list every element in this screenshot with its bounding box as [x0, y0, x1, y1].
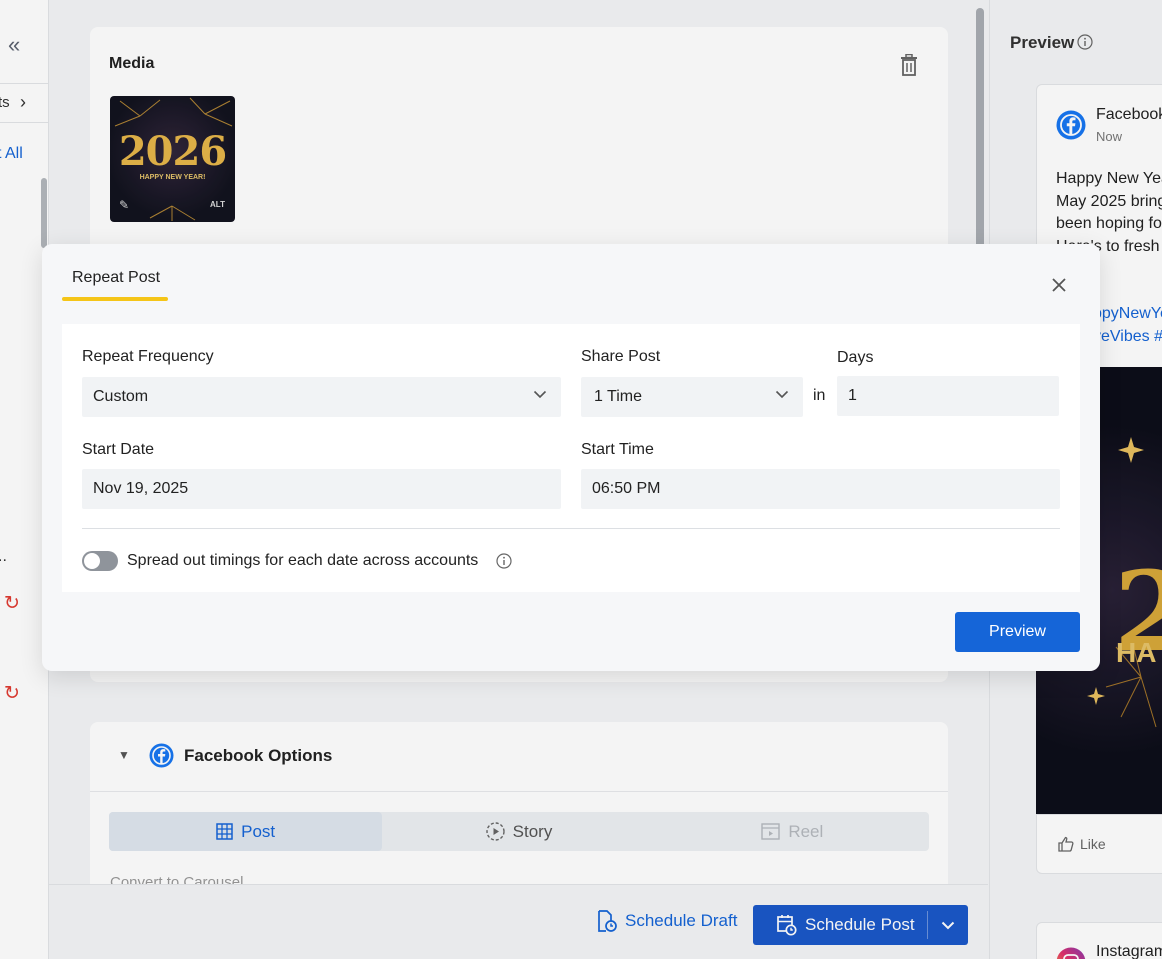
share-post-value: 1 Time — [594, 388, 643, 405]
chevron-down-icon — [533, 390, 547, 399]
spread-timings-label: Spread out timings for each date across … — [127, 552, 479, 569]
share-post-select[interactable]: 1 Time — [581, 377, 803, 417]
preview-button[interactable]: Preview — [955, 612, 1080, 652]
repeat-frequency-select[interactable]: Custom — [82, 377, 561, 417]
repeat-post-modal: Repeat Post Repeat Frequency Custom Shar… — [42, 244, 1100, 671]
start-time-value: 06:50 PM — [592, 480, 661, 497]
tab-repeat-post[interactable]: Repeat Post — [62, 269, 170, 287]
form-divider — [82, 528, 1060, 529]
repeat-settings-form: Repeat Frequency Custom Share Post 1 Tim… — [62, 324, 1080, 592]
days-label: Days — [837, 349, 874, 366]
days-value: 1 — [848, 387, 857, 404]
in-label: in — [813, 387, 826, 404]
repeat-frequency-label: Repeat Frequency — [82, 348, 214, 365]
toggle-knob — [84, 553, 100, 569]
start-date-input[interactable]: Nov 19, 2025 — [82, 469, 561, 509]
active-tab-indicator — [62, 297, 168, 301]
start-time-label: Start Time — [581, 441, 654, 458]
start-date-value: Nov 19, 2025 — [93, 480, 189, 497]
close-icon[interactable] — [1050, 276, 1068, 294]
repeat-frequency-value: Custom — [93, 388, 149, 405]
days-input[interactable]: 1 — [837, 376, 1059, 416]
info-icon[interactable] — [496, 553, 512, 569]
share-post-label: Share Post — [581, 348, 661, 365]
chevron-down-icon — [775, 390, 789, 399]
start-time-input[interactable]: 06:50 PM — [581, 469, 1060, 509]
spread-timings-toggle[interactable] — [82, 551, 118, 571]
start-date-label: Start Date — [82, 441, 155, 458]
